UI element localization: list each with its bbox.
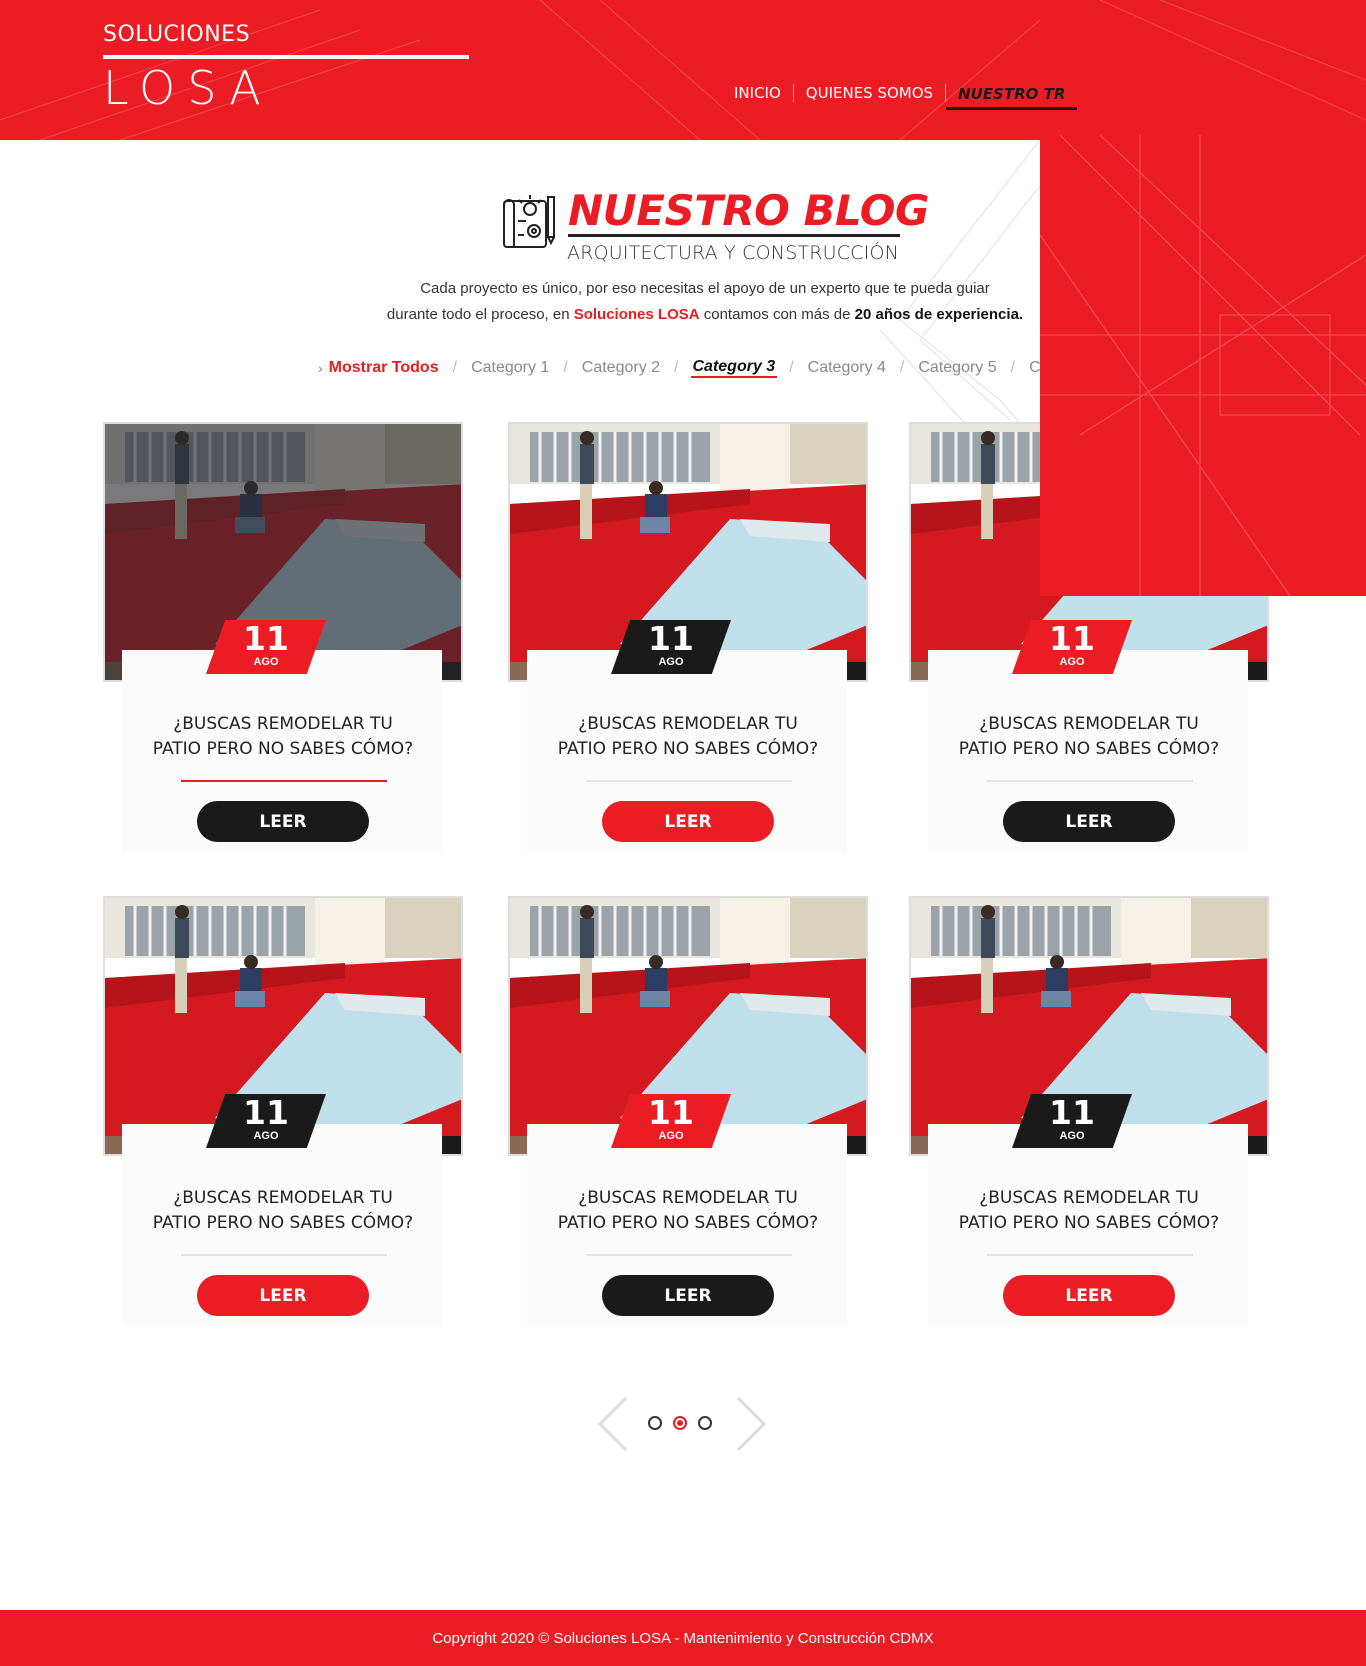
logo-divider	[103, 55, 469, 59]
nav-item-nuestro-trabajo[interactable]: NUESTRO TR	[946, 85, 1078, 110]
date-month: AGO	[253, 656, 279, 668]
footer-copyright: Copyright 2020 © Soluciones LOSA - Mante…	[432, 1629, 934, 1647]
blog-card-divider	[586, 780, 792, 782]
blog-card: 11 AGO ¿BUSCAS REMODELAR TU PATIO PERO N…	[909, 896, 1269, 1326]
blog-card-title[interactable]: ¿BUSCAS REMODELAR TU PATIO PERO NO SABES…	[103, 1186, 463, 1236]
filter-separator: /	[452, 359, 458, 376]
blog-heading: NUESTRO BLOG ARQUITECTURA Y CONSTRUCCIÓN	[500, 186, 929, 266]
blog-card-title[interactable]: ¿BUSCAS REMODELAR TU PATIO PERO NO SABES…	[909, 1186, 1269, 1236]
blog-card-title-line-1: ¿BUSCAS REMODELAR TU	[578, 1188, 798, 1208]
intro-brand: Soluciones LOSA	[573, 306, 700, 323]
blog-card-divider	[987, 1254, 1193, 1256]
read-more-button[interactable]: LEER	[602, 1275, 774, 1316]
date-badge: 11 AGO	[1012, 1094, 1132, 1148]
filter-all[interactable]: Mostrar Todos	[327, 359, 441, 377]
date-badge: 11 AGO	[611, 1094, 731, 1148]
date-day: 11	[648, 619, 694, 658]
date-month: AGO	[658, 656, 684, 668]
blog-card-title-line-2: PATIO PERO NO SABES CÓMO?	[152, 1213, 414, 1233]
blog-card-title-line-1: ¿BUSCAS REMODELAR TU	[979, 714, 1199, 734]
blog-card-divider	[181, 780, 387, 782]
blog-card-divider	[181, 1254, 387, 1256]
blog-card: 11 AGO ¿BUSCAS REMODELAR TU PATIO PERO N…	[103, 422, 463, 852]
read-more-button[interactable]: LEER	[1003, 1275, 1175, 1316]
blog-card: 11 AGO ¿BUSCAS REMODELAR TU PATIO PERO N…	[508, 896, 868, 1326]
blog-card-title-line-1: ¿BUSCAS REMODELAR TU	[173, 714, 393, 734]
intro-line-1: Cada proyecto es único, por eso necesita…	[420, 280, 990, 297]
read-more-button[interactable]: LEER	[602, 801, 774, 842]
date-month: AGO	[658, 1130, 684, 1142]
site-header: SOLUCIONES LOSA INICIO QUIENES SOMOS NUE…	[0, 0, 1366, 140]
read-more-button[interactable]: LEER	[1003, 801, 1175, 842]
chevron-right-icon: ›	[318, 360, 323, 376]
filter-category-3[interactable]: Category 3	[690, 358, 778, 378]
blog-card-title-line-1: ¿BUSCAS REMODELAR TU	[173, 1188, 393, 1208]
date-badge: 11 AGO	[206, 620, 326, 674]
nav-item-inicio[interactable]: INICIO	[722, 84, 793, 102]
blog-card-title[interactable]: ¿BUSCAS REMODELAR TU PATIO PERO NO SABES…	[508, 1186, 868, 1236]
intro-line-2b: contamos con más de	[699, 306, 855, 323]
blog-card-title-line-1: ¿BUSCAS REMODELAR TU	[979, 1188, 1199, 1208]
date-badge: 11 AGO	[611, 620, 731, 674]
blog-title-underline	[568, 234, 900, 237]
main-nav: INICIO QUIENES SOMOS NUESTRO TR	[722, 78, 1078, 110]
date-day: 11	[1049, 1093, 1095, 1132]
pagination-dot-3[interactable]	[698, 1416, 712, 1430]
date-day: 11	[1049, 619, 1095, 658]
date-day: 11	[648, 1093, 694, 1132]
chevron-left-icon[interactable]	[596, 1396, 630, 1452]
filter-category-5[interactable]: Category 5	[916, 359, 998, 377]
blog-card-title-line-2: PATIO PERO NO SABES CÓMO?	[958, 1213, 1220, 1233]
blog-card-title-line-1: ¿BUSCAS REMODELAR TU	[578, 714, 798, 734]
filter-separator: /	[899, 359, 905, 376]
filter-separator: /	[789, 359, 794, 376]
date-month: AGO	[1059, 656, 1085, 668]
blog-card-title-line-2: PATIO PERO NO SABES CÓMO?	[958, 739, 1220, 759]
date-badge: 11 AGO	[1012, 620, 1132, 674]
filter-separator: /	[674, 359, 679, 376]
filter-category-1[interactable]: Category 1	[469, 359, 551, 377]
blog-card-title[interactable]: ¿BUSCAS REMODELAR TU PATIO PERO NO SABES…	[103, 712, 463, 762]
pagination	[596, 1394, 768, 1454]
logo-main-text: LOSA	[103, 61, 273, 115]
date-month: AGO	[253, 1130, 279, 1142]
blog-card: 11 AGO ¿BUSCAS REMODELAR TU PATIO PERO N…	[103, 896, 463, 1326]
blog-subtitle: ARQUITECTURA Y CONSTRUCCIÓN	[567, 242, 900, 264]
chevron-right-icon[interactable]	[734, 1396, 768, 1452]
blog-card-title-line-2: PATIO PERO NO SABES CÓMO?	[557, 1213, 819, 1233]
date-day: 11	[243, 619, 289, 658]
pagination-dot-1[interactable]	[648, 1416, 662, 1430]
date-day: 11	[243, 1093, 289, 1132]
nav-item-quienes-somos[interactable]: QUIENES SOMOS	[794, 84, 945, 102]
logo-top-text: SOLUCIONES	[103, 22, 251, 47]
blog-card-divider	[586, 1254, 792, 1256]
category-filters: › Mostrar Todos / Category 1 / Category …	[318, 356, 1043, 380]
intro-line-2a: durante todo el proceso, en	[386, 306, 574, 323]
decorative-red-panel	[1040, 135, 1366, 596]
blog-card-title[interactable]: ¿BUSCAS REMODELAR TU PATIO PERO NO SABES…	[909, 712, 1269, 762]
date-month: AGO	[1059, 1130, 1085, 1142]
pagination-dot-2[interactable]	[673, 1416, 687, 1430]
read-more-button[interactable]: LEER	[197, 1275, 369, 1316]
blog-title: NUESTRO BLOG	[568, 186, 929, 235]
blog-card-title[interactable]: ¿BUSCAS REMODELAR TU PATIO PERO NO SABES…	[508, 712, 868, 762]
blog-intro: Cada proyecto es único, por eso necesita…	[360, 276, 1050, 328]
read-more-button[interactable]: LEER	[197, 801, 369, 842]
intro-experience: 20 años de experiencia.	[854, 306, 1024, 323]
blog-card-title-line-2: PATIO PERO NO SABES CÓMO?	[557, 739, 819, 759]
site-footer: Copyright 2020 © Soluciones LOSA - Mante…	[0, 1610, 1366, 1666]
filter-separator: /	[563, 359, 568, 376]
blueprint-icon	[503, 195, 555, 248]
filter-separator: /	[1010, 359, 1016, 376]
blog-card-divider	[987, 780, 1193, 782]
site-logo[interactable]: SOLUCIONES LOSA	[103, 22, 469, 111]
filter-category-2[interactable]: Category 2	[580, 359, 662, 377]
blog-card: 11 AGO ¿BUSCAS REMODELAR TU PATIO PERO N…	[508, 422, 868, 852]
filter-category-4[interactable]: Category 4	[806, 359, 888, 377]
blog-card-title-line-2: PATIO PERO NO SABES CÓMO?	[152, 739, 414, 759]
date-badge: 11 AGO	[206, 1094, 326, 1148]
